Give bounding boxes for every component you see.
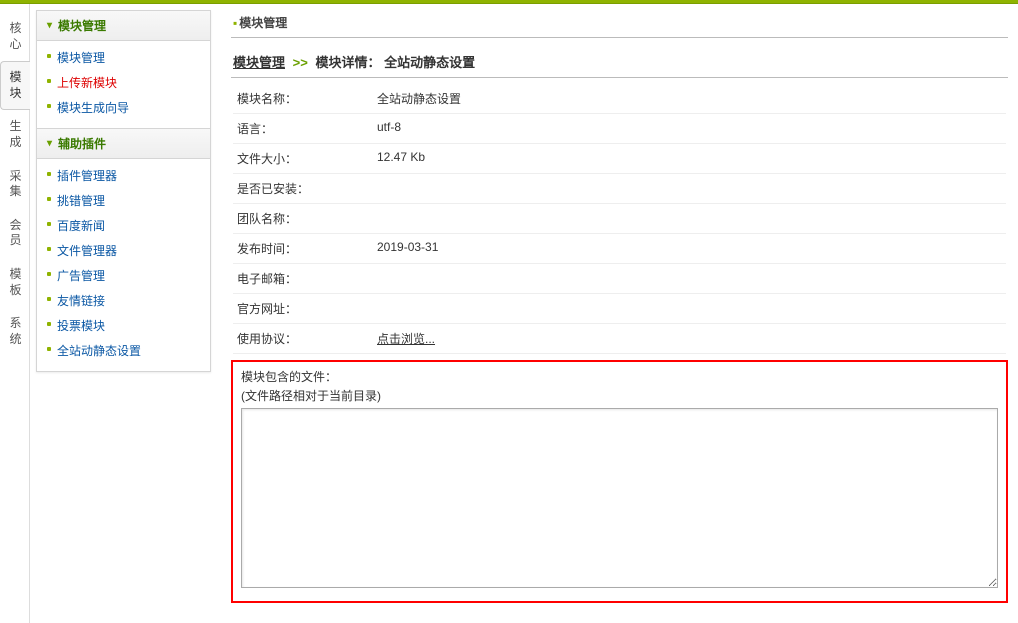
sidebar-item-module-wizard[interactable]: 模块生成向导 (37, 95, 210, 120)
value-file-size: 12.47 Kb (377, 150, 1002, 167)
files-label: 模块包含的文件： (241, 368, 998, 387)
vtab-generate[interactable]: 生成 (0, 110, 30, 159)
sidebar-item-friend-link[interactable]: 友情链接 (37, 288, 210, 313)
chevron-down-icon: ▾ (47, 138, 52, 149)
label-license: 使用协议： (237, 330, 377, 347)
value-team (377, 210, 1002, 227)
sidebar-item-static-setting[interactable]: 全站动静态设置 (37, 338, 210, 363)
value-license-link[interactable]: 点击浏览... (377, 330, 1002, 347)
sidebar-item-baidu-news[interactable]: 百度新闻 (37, 213, 210, 238)
sidebar-item-module-manage[interactable]: 模块管理 (37, 45, 210, 70)
value-website (377, 300, 1002, 317)
sidebar: ▾ 模块管理 模块管理 上传新模块 模块生成向导 ▾ 辅助插件 插件管理器 挑错… (36, 10, 211, 372)
value-installed (377, 180, 1002, 197)
sidebar-item-upload-module[interactable]: 上传新模块 (37, 70, 210, 95)
panel-title-bar: ▪模块管理 (231, 10, 1008, 38)
sidebar-section-title: 辅助插件 (58, 135, 106, 152)
files-textarea[interactable] (241, 408, 998, 588)
value-language: utf-8 (377, 120, 1002, 137)
main-panel: ▪模块管理 模块管理 >> 模块详情： 全站动静态设置 模块名称：全站动静态设置… (211, 4, 1018, 623)
breadcrumb-sep: >> (289, 55, 312, 70)
chevron-down-icon: ▾ (47, 20, 52, 31)
vtab-system[interactable]: 系统 (0, 307, 30, 356)
label-team: 团队名称： (237, 210, 377, 227)
sidebar-section-module-mgmt[interactable]: ▾ 模块管理 (37, 11, 210, 41)
sidebar-item-ad-manage[interactable]: 广告管理 (37, 263, 210, 288)
breadcrumb: 模块管理 >> 模块详情： 全站动静态设置 (231, 38, 1008, 78)
breadcrumb-root[interactable]: 模块管理 (233, 55, 285, 70)
files-note: (文件路径相对于当前目录) (241, 387, 998, 408)
module-details: 模块名称：全站动静态设置 语言：utf-8 文件大小：12.47 Kb 是否已安… (231, 78, 1008, 354)
label-file-size: 文件大小： (237, 150, 377, 167)
sidebar-item-plugin-manager[interactable]: 插件管理器 (37, 163, 210, 188)
breadcrumb-detail-label: 模块详情： (315, 55, 380, 70)
value-module-name: 全站动静态设置 (377, 90, 1002, 107)
label-installed: 是否已安装： (237, 180, 377, 197)
bullet-icon: ▪ (233, 16, 237, 30)
value-pub-date: 2019-03-31 (377, 240, 1002, 257)
vtab-core[interactable]: 核心 (0, 12, 30, 61)
label-pub-date: 发布时间： (237, 240, 377, 257)
sidebar-item-vote-module[interactable]: 投票模块 (37, 313, 210, 338)
label-module-name: 模块名称： (237, 90, 377, 107)
breadcrumb-detail-name: 全站动静态设置 (384, 55, 475, 70)
value-email (377, 270, 1002, 287)
sidebar-list-module-mgmt: 模块管理 上传新模块 模块生成向导 (37, 41, 210, 128)
panel-title: 模块管理 (239, 16, 287, 30)
sidebar-item-error-report[interactable]: 挑错管理 (37, 188, 210, 213)
vtab-collect[interactable]: 采集 (0, 160, 30, 209)
vtab-module[interactable]: 模块 (0, 61, 30, 110)
files-highlight-box: 模块包含的文件： (文件路径相对于当前目录) (231, 360, 1008, 603)
label-language: 语言： (237, 120, 377, 137)
vertical-tab-bar: 核心 模块 生成 采集 会员 模板 系统 (0, 4, 30, 623)
vtab-template[interactable]: 模板 (0, 258, 30, 307)
vtab-member[interactable]: 会员 (0, 209, 30, 258)
sidebar-section-title: 模块管理 (58, 17, 106, 34)
label-website: 官方网址： (237, 300, 377, 317)
label-email: 电子邮箱： (237, 270, 377, 287)
sidebar-list-plugins: 插件管理器 挑错管理 百度新闻 文件管理器 广告管理 友情链接 投票模块 全站动… (37, 159, 210, 371)
sidebar-item-file-manager[interactable]: 文件管理器 (37, 238, 210, 263)
sidebar-section-plugins[interactable]: ▾ 辅助插件 (37, 128, 210, 159)
